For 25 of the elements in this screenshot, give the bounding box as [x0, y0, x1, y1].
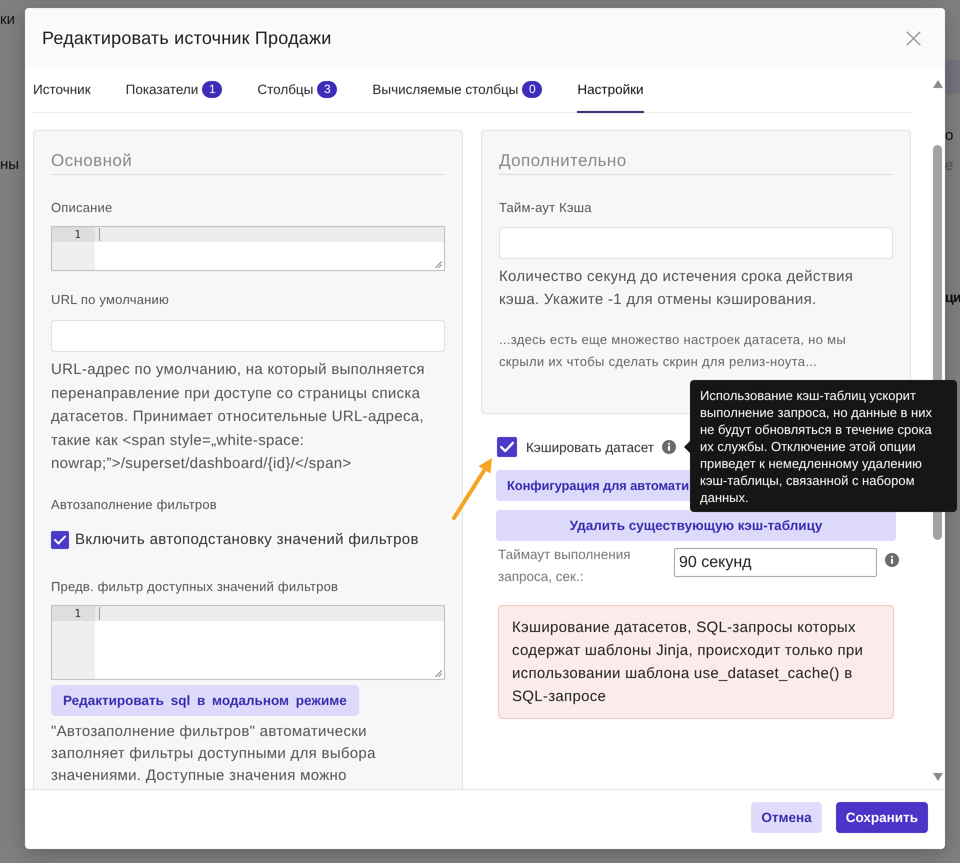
background-text: о	[945, 126, 954, 146]
background-text: ци	[945, 288, 960, 307]
field-label: Тайм-аут Кэша	[499, 200, 593, 216]
field-label: Таймаут выполнения запроса, сек.:	[498, 546, 632, 586]
line-number: 1	[52, 606, 95, 620]
help-text: Количество секунд до истечения срока действия кэша. Укажите -1 для отмены кэширования.	[499, 267, 854, 310]
field-label: Автозаполнение фильтров	[51, 496, 218, 512]
checkbox-label: Кэшировать датасет	[526, 440, 654, 454]
section-heading: Основной	[51, 151, 445, 175]
help-text: URL-адрес по умолчанию, на который выполняется перенаправление при доступе со страницы списка датасетов. Принимает относительные URL-адреса, такие как <span style=„white-space: nowrap;”>/superset/dashboard/{id}/</span>	[51, 360, 426, 474]
dialog-title: Редактировать источник Продажи	[42, 28, 332, 48]
count-badge: 1	[202, 81, 222, 98]
note-text: ...здесь есть еще множество настроек датасета, но мы скрыли их чтобы сделать скрин для релиз-ноута...	[499, 331, 847, 371]
background-text: ки	[0, 10, 16, 30]
field-label: URL по умолчанию	[51, 292, 170, 308]
field-label: Предв. фильтр доступных значений фильтров	[51, 578, 340, 594]
help-text: "Автозаполнение фильтров" автоматически заполняет фильтры доступными для выбора значениями. Доступные значения можно	[51, 722, 377, 786]
count-badge: 3	[317, 81, 338, 98]
section-heading: Дополнительно	[499, 151, 893, 175]
field-label: Описание	[51, 200, 114, 216]
line-number: 1	[52, 227, 95, 242]
background-text: ны	[0, 155, 20, 175]
count-badge: 0	[522, 81, 542, 98]
warning-alert: Кэширование датасетов, SQL-запросы которых содержат шаблоны Jinja, происходит только при использовании шаблона use_dataset_cache() в SQL-запросе	[498, 605, 894, 719]
checkbox-label: Включить автоподстановку значений фильтров	[75, 531, 419, 548]
